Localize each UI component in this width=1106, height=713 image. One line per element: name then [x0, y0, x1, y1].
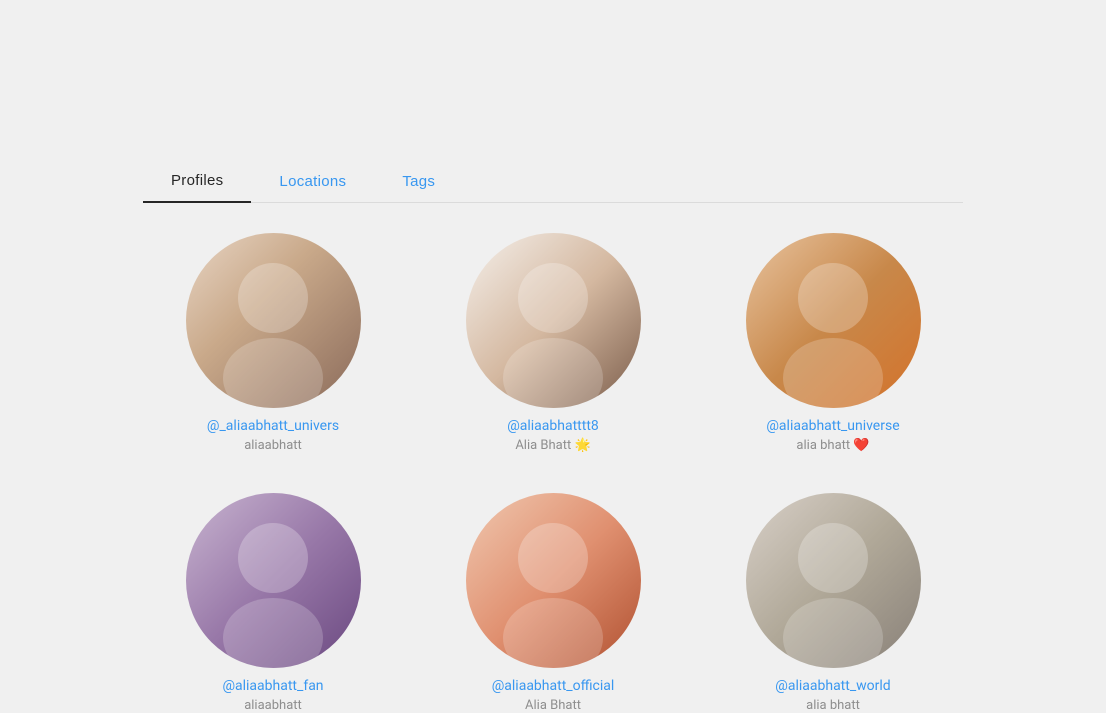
profile-username: @aliaabhatt_fan [222, 678, 323, 694]
profile-fullname: aliaabhatt [244, 438, 302, 453]
profile-username: @_aliaabhatt_univers [207, 418, 339, 434]
avatar [186, 493, 361, 668]
avatar [186, 233, 361, 408]
profile-username: @aliaabhatt_world [775, 678, 890, 694]
profiles-grid: @_aliaabhatt_universaliaabhatt@aliaabhat… [143, 233, 963, 713]
profile-username: @aliaabhatt_official [492, 678, 615, 694]
profile-card[interactable]: @_aliaabhatt_univers aliaabhatt [173, 233, 373, 453]
profile-card[interactable]: @aliaabhatt_official Alia Bhatt [453, 493, 653, 713]
profile-fullname: Alia Bhatt 🌟 [515, 438, 590, 453]
profile-fullname: alia bhatt [806, 698, 860, 713]
profile-card[interactable]: @aliaabhatt_fan aliaabhatt [173, 493, 373, 713]
page-wrapper: Profiles Locations Tags @_aliaabhatt_uni… [0, 0, 1106, 713]
avatar [466, 233, 641, 408]
avatar [466, 493, 641, 668]
profile-fullname: aliaabhatt [244, 698, 302, 713]
tab-tags[interactable]: Tags [374, 161, 463, 202]
profile-username: @aliaabhatt_universe [766, 418, 899, 434]
tabs-container: Profiles Locations Tags [143, 160, 963, 203]
avatar [746, 233, 921, 408]
tab-locations[interactable]: Locations [251, 161, 374, 202]
profile-card[interactable]: @aliaabhatttt8 Alia Bhatt 🌟 [453, 233, 653, 453]
avatar [746, 493, 921, 668]
profile-username: @aliaabhatttt8 [507, 418, 599, 434]
profile-fullname: Alia Bhatt [525, 698, 581, 713]
profile-card[interactable]: @aliaabhatt_worldalia bhatt [733, 493, 933, 713]
profile-card[interactable]: @aliaabhatt_universealia bhatt ❤️ [733, 233, 933, 453]
profile-fullname: alia bhatt ❤️ [796, 438, 869, 453]
tab-profiles[interactable]: Profiles [143, 160, 251, 203]
